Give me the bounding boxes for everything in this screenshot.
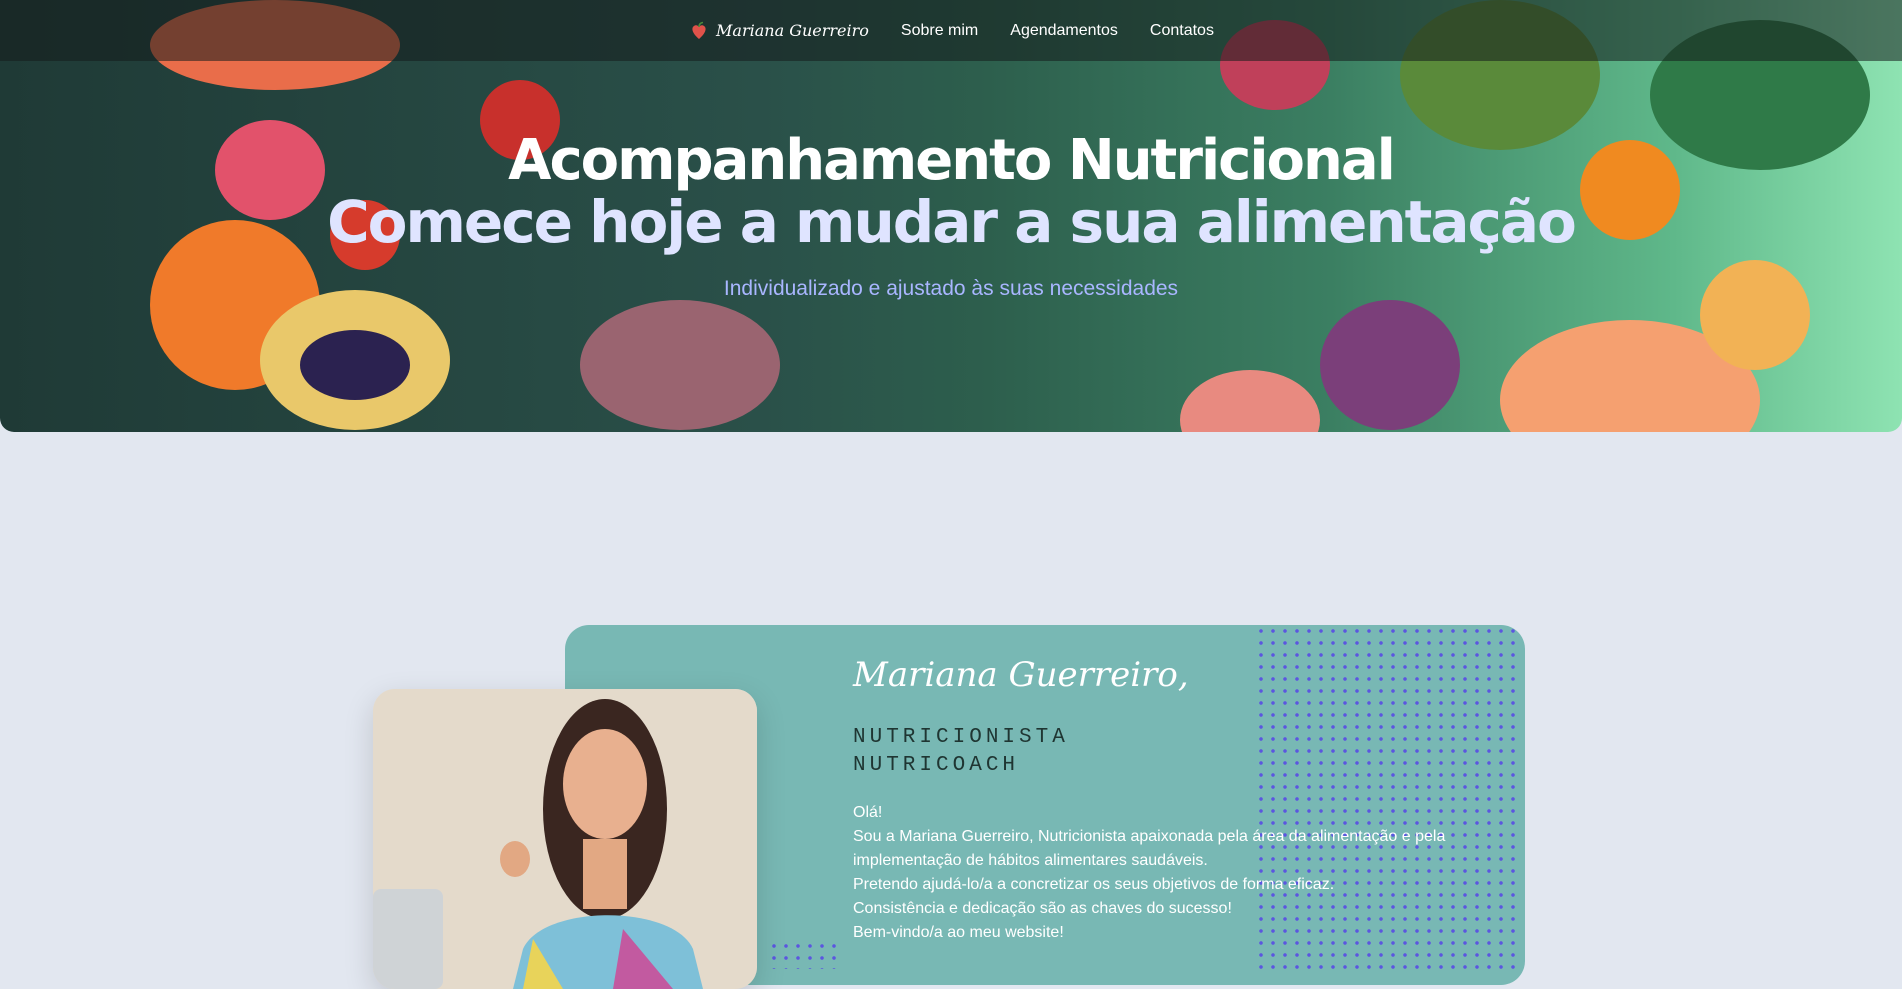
nav-link-agendamentos[interactable]: Agendamentos xyxy=(1010,22,1118,40)
hero-tagline: Comece hoje a mudar a sua alimentação xyxy=(327,188,1577,256)
profile-photo-illustration xyxy=(373,689,757,989)
about-roles: NUTRICIONISTA NUTRICOACH xyxy=(853,724,1069,780)
logo-icon xyxy=(692,21,706,39)
brand-name: Mariana Guerreiro xyxy=(716,21,869,40)
about-paragraph: Pretendo ajudá-lo/a a concretizar os seu… xyxy=(853,876,1335,893)
about-paragraph: Consistência e dedicação são as chaves d… xyxy=(853,900,1232,917)
hero-title: Acompanhamento Nutricional xyxy=(508,128,1396,193)
about-paragraph: Bem-vindo/a ao meu website! xyxy=(853,924,1064,941)
role-label: NUTRICIONISTA xyxy=(853,726,1069,749)
nav-link-sobre-mim[interactable]: Sobre mim xyxy=(901,22,978,40)
dot-pattern-decoration-small xyxy=(768,940,838,969)
role-label: NUTRICOACH xyxy=(853,754,1020,777)
brand-link[interactable]: Mariana Guerreiro xyxy=(688,20,869,42)
about-description: Olá! Sou a Mariana Guerreiro, Nutricioni… xyxy=(853,801,1453,945)
about-name: Mariana Guerreiro, xyxy=(853,655,1189,695)
nav-link-contatos[interactable]: Contatos xyxy=(1150,22,1214,40)
hero-subtitle: Individualizado e ajustado às suas neces… xyxy=(723,277,1179,300)
about-paragraph: Sou a Mariana Guerreiro, Nutricionista a… xyxy=(853,828,1446,869)
about-paragraph: Olá! xyxy=(853,804,883,821)
top-navbar: Mariana Guerreiro Sobre mim Agendamentos… xyxy=(0,0,1902,61)
profile-photo xyxy=(373,689,757,989)
hero-banner: Mariana Guerreiro Sobre mim Agendamentos… xyxy=(0,0,1902,432)
